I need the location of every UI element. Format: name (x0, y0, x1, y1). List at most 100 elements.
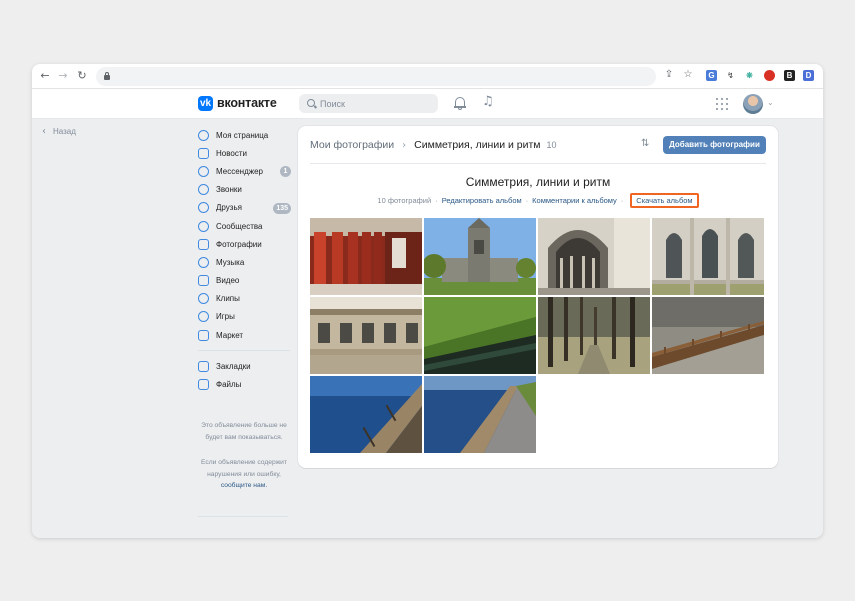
star-icon[interactable]: ☆ (682, 69, 694, 81)
forward-arrow-icon[interactable]: → (56, 69, 70, 83)
search-box[interactable] (299, 94, 438, 113)
photo-ornate-facade[interactable] (310, 297, 422, 374)
breadcrumb-album-name: Симметрия, линии и ритм (414, 139, 541, 151)
menu-item-label: Музыка (216, 257, 245, 267)
menu-item-label: Игры (216, 312, 235, 322)
menu-item-my-page[interactable]: Моя страница (198, 126, 293, 144)
clips-icon (198, 293, 209, 305)
menu-item-communities[interactable]: Сообщества (198, 217, 293, 235)
photos-icon (198, 238, 209, 250)
album-title: Симметрия, линии и ритм (465, 175, 611, 189)
photo-tree-alley[interactable] (538, 297, 650, 374)
communities-icon (198, 220, 209, 232)
photo-river-railing[interactable] (310, 376, 422, 453)
breadcrumb-my-photos[interactable]: Мои фотографии (310, 139, 394, 151)
menu-item-label: Маркет (216, 330, 244, 340)
menu-item-label: Клипы (216, 294, 240, 304)
apps-grid-icon[interactable] (716, 98, 728, 110)
meta-separator: · (620, 195, 624, 205)
card-divider (310, 163, 766, 164)
album-meta: 10 фотографий · Редактировать альбом · К… (298, 192, 778, 208)
menu-item-label: Файлы (216, 380, 242, 390)
edit-album-link[interactable]: Редактировать альбом (442, 196, 522, 205)
sort-icon[interactable]: ⇅ (641, 138, 649, 149)
ad-report-text: Если объявление содержит нарушения или о… (198, 457, 290, 492)
menu-item-label: Сообщества (216, 221, 263, 231)
menu-item-music[interactable]: Музыка (198, 253, 293, 271)
menu-item-calls[interactable]: Звонки (198, 181, 293, 199)
menu-item-files[interactable]: Файлы (198, 375, 293, 393)
search-icon (307, 99, 315, 107)
ad-report-link[interactable]: сообщите нам. (221, 482, 267, 489)
extension-icon[interactable]: B (784, 70, 795, 81)
vk-logo-icon[interactable]: vk (198, 96, 213, 111)
menu-item-label: Моя страница (216, 130, 269, 140)
bell-icon[interactable] (454, 96, 466, 110)
add-photos-button[interactable]: Добавить фотографии (663, 136, 766, 154)
download-album-link[interactable]: Скачать альбом (630, 192, 699, 208)
extension-icon[interactable]: ❋ (744, 70, 755, 81)
menu-item-video[interactable]: Видео (198, 272, 293, 290)
back-arrow-icon[interactable]: ← (38, 69, 52, 83)
translate-icon[interactable]: G (706, 70, 717, 81)
browser-toolbar: ← → ↻ ⇪ ☆ G ↯ ❋ B D (32, 64, 823, 89)
search-input[interactable] (320, 94, 430, 113)
menu-item-market[interactable]: Маркет (198, 326, 293, 344)
market-icon (198, 329, 209, 341)
menu-item-games[interactable]: Игры (198, 308, 293, 326)
breadcrumb: Мои фотографии › Симметрия, линии и ритм… (310, 138, 557, 152)
vk-wordmark[interactable]: вконтакте (217, 96, 277, 111)
photo-grass-embankment[interactable] (424, 297, 536, 374)
music-icon (198, 256, 209, 268)
album-card: Мои фотографии › Симметрия, линии и ритм… (298, 126, 778, 468)
back-link[interactable]: ‹ Назад (42, 125, 76, 137)
photo-gothic-tower[interactable] (424, 218, 536, 295)
chevron-down-icon[interactable]: ⌄ (767, 98, 774, 107)
extension-icon[interactable] (764, 70, 775, 81)
photo-park-railing[interactable] (652, 297, 764, 374)
menu-item-label: Звонки (216, 185, 242, 195)
video-icon (198, 275, 209, 287)
menu-item-photos[interactable]: Фотографии (198, 235, 293, 253)
menu-divider (198, 350, 290, 352)
menu-item-clips[interactable]: Клипы (198, 290, 293, 308)
photo-embankment-walk[interactable] (424, 376, 536, 453)
photo-gothic-windows[interactable] (652, 218, 764, 295)
lock-icon (104, 72, 110, 80)
menu-item-messenger[interactable]: Мессенджер 1 (198, 162, 293, 180)
bookmark-icon (198, 360, 209, 372)
friends-badge: 135 (273, 202, 291, 214)
album-photo-count: 10 фотографий (377, 195, 432, 205)
menu-item-label: Новости (216, 148, 247, 158)
news-icon (198, 147, 209, 159)
unread-badge: 1 (280, 166, 291, 178)
extension-icon[interactable]: D (803, 70, 814, 81)
menu-item-label: Мессенджер (216, 166, 263, 176)
menu-item-label: Видео (216, 276, 240, 286)
album-comments-link[interactable]: Комментарии к альбому (532, 196, 617, 205)
photo-count: 10 (546, 140, 557, 150)
address-bar[interactable] (96, 67, 656, 86)
menu-item-friends[interactable]: Друзья 135 (198, 199, 293, 217)
message-icon (198, 165, 209, 177)
extension-icon[interactable]: ↯ (725, 70, 736, 81)
chevron-right-icon: › (402, 139, 407, 151)
games-icon (198, 311, 209, 323)
menu-item-label: Закладки (216, 361, 251, 371)
share-icon[interactable]: ⇪ (663, 69, 675, 81)
menu-item-news[interactable]: Новости (198, 144, 293, 162)
back-label: Назад (53, 126, 76, 136)
photo-red-columns[interactable] (310, 218, 422, 295)
file-icon (198, 379, 209, 391)
avatar[interactable] (743, 94, 763, 114)
meta-separator: · (525, 195, 529, 205)
photo-stone-arches[interactable] (538, 218, 650, 295)
menu-item-label: Фотографии (216, 239, 262, 249)
friends-icon (198, 202, 209, 214)
music-note-icon[interactable]: ♫ (482, 94, 494, 109)
menu-item-bookmarks[interactable]: Закладки (198, 357, 293, 375)
left-menu: Моя страница Новости Мессенджер 1 Звонки… (198, 126, 293, 394)
user-icon (198, 129, 209, 141)
ad-report-prefix: Если объявление содержит нарушения или о… (201, 459, 287, 478)
reload-icon[interactable]: ↻ (75, 69, 89, 83)
